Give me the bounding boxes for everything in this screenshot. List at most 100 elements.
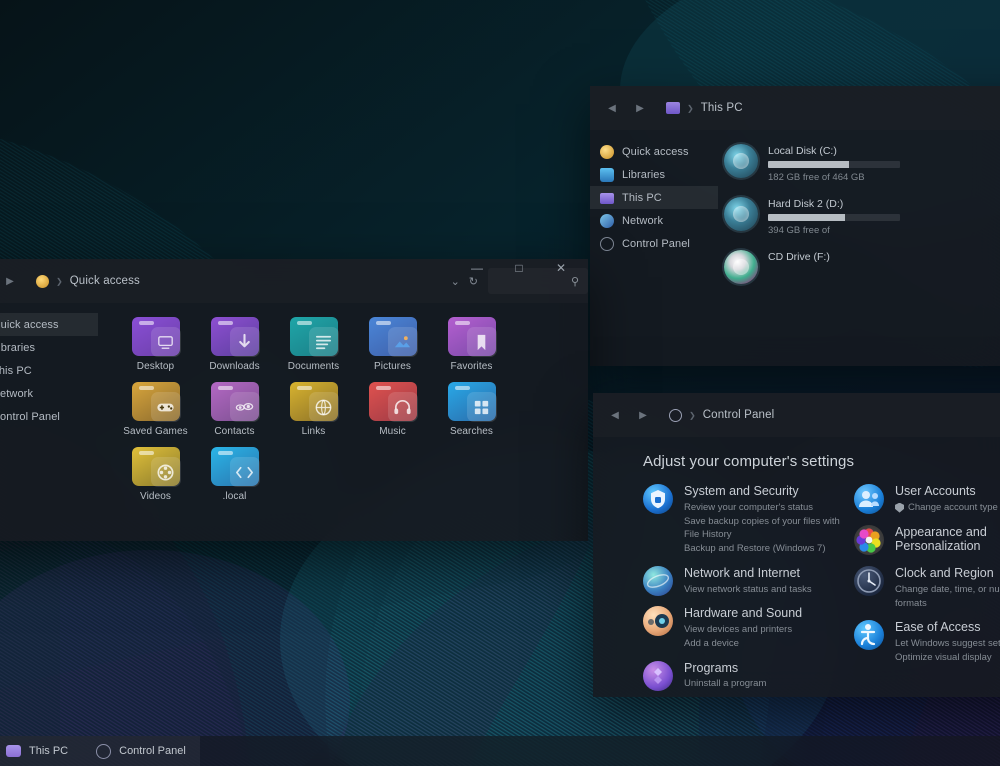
category-title[interactable]: Programs: [684, 661, 842, 676]
this-pc-sidebar-item-this-pc[interactable]: This PC: [590, 186, 718, 209]
window-quick-access[interactable]: ◀ ▶ ❯ Quick access ⌄ ↻ ⚲ — □ ✕ Quick acc…: [0, 259, 588, 541]
category-link[interactable]: Save backup copies of your files with Fi…: [684, 515, 842, 543]
quick-access-sidebar-item-network[interactable]: Network: [0, 382, 98, 405]
category-link[interactable]: View devices and printers: [684, 623, 842, 637]
gear-icon: [600, 236, 614, 251]
control-panel-breadcrumb[interactable]: ❯ Control Panel: [669, 408, 774, 422]
forward-icon[interactable]: ▶: [2, 273, 18, 289]
control-panel-category[interactable]: User Accounts Change account type: [854, 484, 1000, 515]
drive-item[interactable]: CD Drive (F:): [724, 250, 900, 284]
control-panel-category[interactable]: Hardware and Sound View devices and print…: [643, 606, 842, 650]
category-title[interactable]: Clock and Region: [895, 566, 1000, 581]
category-link[interactable]: formats: [895, 597, 1000, 611]
category-link[interactable]: Uninstall a program: [684, 677, 842, 691]
forward-icon[interactable]: ▶: [632, 100, 648, 116]
category-link[interactable]: Change account type: [895, 501, 1000, 515]
folder-item[interactable]: Contacts: [195, 382, 274, 437]
quick-access-sidebar-item-libraries[interactable]: Libraries: [0, 336, 98, 359]
folder-item[interactable]: Searches: [432, 382, 511, 437]
folder-item[interactable]: Videos: [116, 447, 195, 502]
image-mountain-icon: [368, 317, 418, 357]
quick-access-breadcrumb[interactable]: ❯ Quick access: [36, 274, 140, 288]
control-panel-body: Adjust your computer's settings View by:…: [593, 437, 1000, 697]
control-panel-category[interactable]: Ease of Access Let Windows suggest setti O…: [854, 620, 1000, 664]
shield-icon: [895, 502, 905, 513]
folder-item[interactable]: Desktop: [116, 317, 195, 372]
control-panel-category[interactable]: Clock and Region Change date, time, or nu…: [854, 566, 1000, 610]
folder-item[interactable]: Saved Games: [116, 382, 195, 437]
taskbar-button-control-panel[interactable]: Control Panel: [82, 736, 200, 766]
this-pc-sidebar-item-libraries[interactable]: Libraries: [590, 163, 718, 186]
code-brackets-icon: [210, 447, 260, 487]
control-panel-category[interactable]: Programs Uninstall a program: [643, 660, 842, 692]
quick-access-nav-buttons: ◀ ▶: [0, 273, 18, 289]
document-lines-icon: [289, 317, 339, 357]
window-this-pc[interactable]: ◀ ▶ ❯ This PC ⌄ ↻ Quick access Libraries T…: [590, 86, 1000, 366]
this-pc-breadcrumb[interactable]: ❯ This PC: [666, 102, 743, 114]
quick-access-content: Desktop Downloads Documents Pictures Favorit…: [98, 303, 588, 541]
category-title[interactable]: Ease of Access: [895, 620, 1000, 635]
folder-item[interactable]: Pictures: [353, 317, 432, 372]
close-button[interactable]: ✕: [540, 259, 582, 283]
this-pc-titlebar[interactable]: ◀ ▶ ❯ This PC ⌄ ↻: [590, 86, 1000, 130]
category-title[interactable]: User Accounts: [895, 484, 1000, 499]
drive-item[interactable]: Hard Disk 2 (D:) 394 GB free of: [724, 197, 900, 236]
this-pc-sidebar-item-control-panel[interactable]: Control Panel: [590, 232, 718, 255]
category-link[interactable]: Review your computer's status: [684, 501, 842, 515]
control-panel-category[interactable]: Appearance and Personalization: [854, 524, 1000, 557]
control-panel-right-column: User Accounts Change account type Appearan…: [854, 484, 1000, 697]
category-link[interactable]: View network status and tasks: [684, 583, 842, 597]
window-control-panel[interactable]: ◀ ▶ ❯ Control Panel ⌄ ↻ Adjust your comp…: [593, 393, 1000, 697]
control-panel-gear-icon: [96, 743, 112, 759]
maximize-button[interactable]: □: [498, 259, 540, 283]
user-accounts-icon: [854, 484, 885, 514]
category-link[interactable]: Add a device: [684, 637, 842, 651]
star-icon: [600, 144, 614, 159]
folder-item[interactable]: Music: [353, 382, 432, 437]
this-pc-sidebar-item-network[interactable]: Network: [590, 209, 718, 232]
category-link[interactable]: Optimize visual display: [895, 651, 1000, 665]
drive-name: Local Disk (C:): [768, 145, 837, 157]
folder-item[interactable]: Downloads: [195, 317, 274, 372]
eyes-face-icon: [210, 382, 260, 422]
folder-item[interactable]: .local: [195, 447, 274, 502]
drive-free-text: 182 GB free of 464 GB: [768, 172, 865, 183]
sidebar-item-label: Libraries: [622, 168, 666, 181]
folder-item[interactable]: Documents: [274, 317, 353, 372]
folder-label: Desktop: [136, 361, 175, 372]
category-link[interactable]: Let Windows suggest setti: [895, 637, 1000, 651]
hard-drive-icon: [724, 197, 758, 231]
quick-access-sidebar-item-control-panel[interactable]: Control Panel: [0, 405, 98, 428]
quick-access-sidebar-item-this-pc[interactable]: This PC: [0, 359, 98, 382]
minimize-button[interactable]: —: [456, 259, 498, 283]
category-title[interactable]: Network and Internet: [684, 566, 842, 581]
this-pc-sidebar-item-quick-access[interactable]: Quick access: [590, 140, 718, 163]
folder-grid: Desktop Downloads Documents Pictures Favorit…: [116, 317, 588, 512]
back-icon[interactable]: ◀: [604, 100, 620, 116]
taskbar[interactable]: This PC Control Panel: [0, 736, 1000, 766]
star-folder-icon: [36, 274, 49, 288]
breadcrumb-label: Quick access: [69, 275, 140, 287]
taskbar-button-this-pc[interactable]: This PC: [0, 736, 83, 766]
gamepad-icon: [131, 382, 181, 422]
control-panel-nav-buttons: ◀ ▶: [593, 407, 651, 423]
drive-item[interactable]: Local Disk (C:) 182 GB free of 464 GB: [724, 144, 900, 183]
forward-icon[interactable]: ▶: [635, 407, 651, 423]
control-panel-category[interactable]: Network and Internet View network status …: [643, 565, 842, 597]
drive-usage-bar: [768, 161, 900, 168]
category-title[interactable]: Appearance and Personalization: [895, 525, 1000, 555]
category-title[interactable]: Hardware and Sound: [684, 606, 842, 621]
category-title[interactable]: System and Security: [684, 484, 842, 499]
folder-item[interactable]: Links: [274, 382, 353, 437]
drive-usage-bar: [768, 214, 900, 221]
sidebar-item-label: Quick access: [0, 318, 59, 331]
category-link[interactable]: Backup and Restore (Windows 7): [684, 542, 842, 556]
category-link[interactable]: Change date, time, or num: [895, 583, 1000, 597]
control-panel-titlebar[interactable]: ◀ ▶ ❯ Control Panel ⌄ ↻: [593, 393, 1000, 437]
quick-access-titlebar[interactable]: ◀ ▶ ❯ Quick access ⌄ ↻ ⚲ — □ ✕: [0, 259, 588, 303]
sidebar-item-label: This PC: [622, 191, 662, 204]
back-icon[interactable]: ◀: [607, 407, 623, 423]
folder-item[interactable]: Favorites: [432, 317, 511, 372]
control-panel-category[interactable]: System and Security Review your computer'…: [643, 484, 842, 556]
quick-access-sidebar-item-quick-access[interactable]: Quick access: [0, 313, 98, 336]
